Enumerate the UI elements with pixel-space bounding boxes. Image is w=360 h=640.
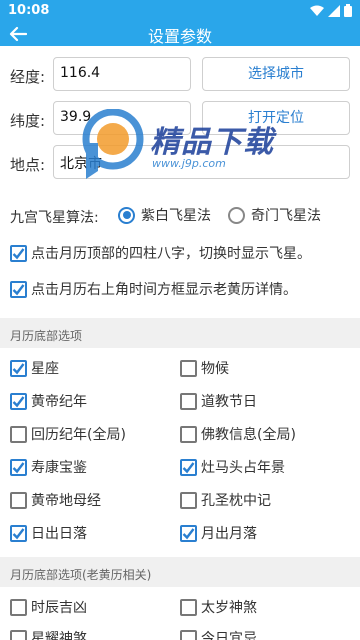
option-show-flying-star[interactable]: 点击月历顶部的四柱八字，切换时显示飞星。 (10, 243, 311, 263)
checkbox-item[interactable]: 灶马头占年景 (180, 457, 285, 477)
checkbox-checked-icon (10, 280, 27, 298)
checkbox-label: 太岁神煞 (201, 600, 257, 616)
section-header-bottom-options: 月历底部选项 (0, 318, 360, 348)
checkbox-unchecked-icon (10, 491, 27, 509)
checkbox-label: 佛教信息(全局) (201, 427, 296, 443)
latitude-label: 纬度: (10, 112, 46, 130)
page-title: 设置参数 (147, 27, 212, 46)
checkbox-unchecked-icon (180, 629, 197, 640)
checkbox-unchecked-icon (10, 425, 27, 443)
checkbox-item[interactable]: 道教节日 (180, 391, 257, 411)
checkbox-checked-icon (10, 359, 27, 377)
checkbox-unchecked-icon (180, 425, 197, 443)
status-icons (310, 4, 352, 17)
choose-city-button[interactable]: 选择城市 (202, 57, 350, 91)
checkbox-item[interactable]: 今日宜忌 (180, 628, 257, 640)
checkbox-unchecked-icon (180, 359, 197, 377)
watermark-url: www.j9p.com (152, 157, 226, 170)
checkbox-label: 道教节日 (201, 394, 257, 410)
algorithm-label: 九宫飞星算法: (10, 210, 99, 226)
checkbox-label: 黄帝纪年 (31, 394, 87, 410)
checkbox-label: 今日宜忌 (201, 631, 257, 640)
checkbox-item[interactable]: 月出月落 (180, 523, 257, 543)
wifi-icon (310, 5, 324, 16)
checkbox-checked-icon (10, 392, 27, 410)
checkbox-item[interactable]: 星耀神煞 (10, 628, 87, 640)
checkbox-checked-icon (180, 458, 197, 476)
checkbox-checked-icon (180, 524, 197, 542)
checkbox-unchecked-icon (180, 392, 197, 410)
checkbox-item[interactable]: 回历纪年(全局) (10, 424, 126, 444)
signal-icon (328, 4, 340, 17)
checkbox-label: 日出日落 (31, 526, 87, 542)
checkbox-item[interactable]: 时辰吉凶 (10, 597, 87, 617)
checkbox-item[interactable]: 星座 (10, 358, 59, 378)
checkbox-item[interactable]: 黄帝地母经 (10, 490, 101, 510)
radio-unchecked-icon (228, 206, 245, 224)
checkbox-checked-icon (10, 244, 27, 262)
checkbox-item[interactable]: 佛教信息(全局) (180, 424, 296, 444)
checkbox-label: 孔圣枕中记 (201, 493, 271, 509)
radio-qimen-label: 奇门飞星法 (251, 208, 321, 224)
section-header-almanac-options: 月历底部选项(老黄历相关) (0, 557, 360, 587)
radio-zibai[interactable]: 紫白飞星法 (118, 205, 211, 225)
checkbox-unchecked-icon (180, 491, 197, 509)
checkbox-label: 星耀神煞 (31, 631, 87, 640)
watermark-logo: 精品下载 www.j9p.com (80, 105, 295, 185)
battery-icon (344, 4, 352, 17)
radio-zibai-label: 紫白飞星法 (141, 208, 211, 224)
checkbox-label: 回历纪年(全局) (31, 427, 126, 443)
longitude-label: 经度: (10, 68, 46, 86)
logo-icon (82, 109, 144, 179)
longitude-field[interactable]: 116.4 (53, 57, 191, 91)
option-label: 点击月历右上角时间方框显示老黄历详情。 (31, 282, 297, 298)
checkbox-label: 时辰吉凶 (31, 600, 87, 616)
checkbox-item[interactable]: 太岁神煞 (180, 597, 257, 617)
checkbox-item[interactable]: 孔圣枕中记 (180, 490, 271, 510)
option-show-almanac-details[interactable]: 点击月历右上角时间方框显示老黄历详情。 (10, 279, 297, 299)
checkbox-checked-icon (10, 524, 27, 542)
checkbox-label: 灶马头占年景 (201, 460, 285, 476)
checkbox-item[interactable]: 物候 (180, 358, 229, 378)
status-time: 10:08 (8, 3, 50, 18)
checkbox-item[interactable]: 寿康宝鉴 (10, 457, 87, 477)
checkbox-label: 寿康宝鉴 (31, 460, 87, 476)
watermark-title: 精品下载 (150, 125, 274, 160)
status-bar: 10:08 (0, 0, 360, 22)
app-toolbar: 设置参数 (0, 22, 360, 46)
radio-checked-icon (118, 206, 135, 224)
checkbox-unchecked-icon (10, 629, 27, 640)
checkbox-label: 月出月落 (201, 526, 257, 542)
checkbox-unchecked-icon (180, 598, 197, 616)
radio-qimen[interactable]: 奇门飞星法 (228, 205, 321, 225)
checkbox-checked-icon (10, 458, 27, 476)
option-label: 点击月历顶部的四柱八字，切换时显示飞星。 (31, 246, 311, 262)
checkbox-item[interactable]: 黄帝纪年 (10, 391, 87, 411)
checkbox-item[interactable]: 日出日落 (10, 523, 87, 543)
checkbox-label: 星座 (31, 361, 59, 377)
location-label: 地点: (10, 156, 46, 174)
checkbox-label: 黄帝地母经 (31, 493, 101, 509)
checkbox-unchecked-icon (10, 598, 27, 616)
checkbox-label: 物候 (201, 361, 229, 377)
